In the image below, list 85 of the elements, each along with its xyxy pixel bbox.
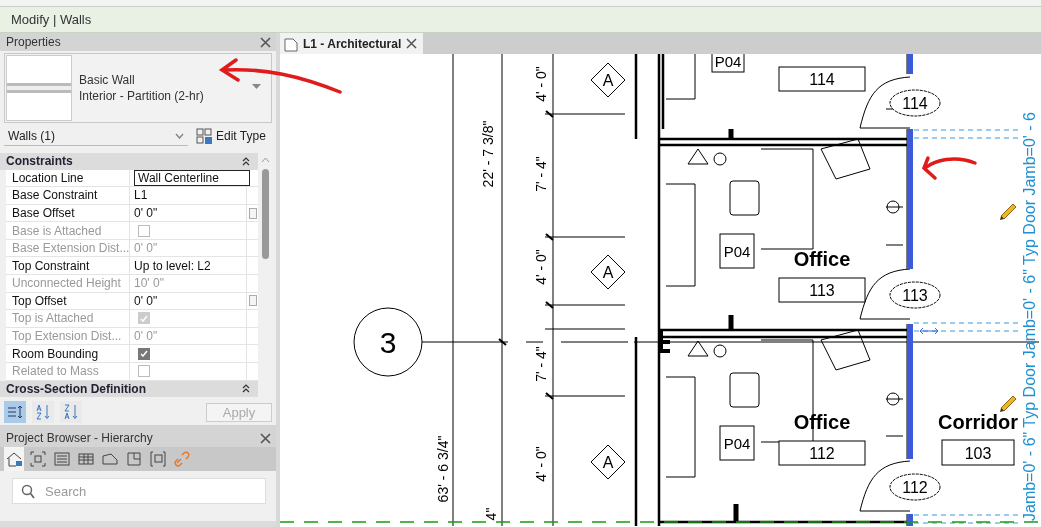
dimension-text: 4": [483, 507, 499, 521]
door-tag: 114: [889, 89, 941, 117]
link-icon[interactable]: [172, 449, 192, 469]
categorized-sort-icon[interactable]: [4, 401, 26, 423]
scrollbar-thumb[interactable]: [261, 169, 269, 259]
property-label: Base Extension Dist...: [6, 239, 130, 257]
flip-arrows-icon[interactable]: [919, 327, 939, 335]
type-family: Basic Wall: [79, 73, 136, 87]
property-value: 0' 0": [134, 329, 158, 344]
context-title: Modify | Walls: [11, 12, 92, 27]
door-note: Jamb=0' - 6" Typ Door Jamb=0' - 6" Typ Door Jamb=0' - 6: [1020, 112, 1038, 521]
search-field[interactable]: Search: [12, 478, 266, 504]
door-tag: 112: [889, 473, 941, 501]
close-button[interactable]: [259, 35, 272, 49]
room-name: Office: [793, 411, 851, 433]
value-button[interactable]: [249, 207, 257, 219]
dimension-text: 22' - 7 3/8": [480, 120, 496, 188]
schedule-icon[interactable]: [52, 449, 72, 469]
house-icon[interactable]: [4, 447, 24, 471]
section-mark: A: [590, 62, 626, 98]
scroll-up-icon[interactable]: [260, 157, 270, 163]
property-value[interactable]: L1: [134, 188, 148, 203]
property-label: Base is Attached: [6, 222, 130, 239]
close-button[interactable]: [259, 431, 272, 445]
property-label: Top Extension Dist...: [6, 327, 130, 345]
sort-ascending-icon[interactable]: [32, 401, 54, 423]
edit-type-button[interactable]: Edit Type: [196, 127, 266, 145]
property-label: Related to Mass: [6, 362, 130, 380]
view-icon: [284, 35, 298, 52]
type-selector[interactable]: Basic Wall Interior - Partition (2-hr): [4, 53, 272, 123]
property-label: Base Constraint: [6, 187, 130, 204]
room-number-tag: 103: [941, 439, 1015, 466]
room-number-tag: 113: [778, 277, 866, 303]
dimension-text: 4' - 0": [533, 249, 549, 285]
annotation-arrow: [922, 156, 977, 180]
property-label: Base Offset: [6, 204, 130, 222]
property-label: Location Line: [6, 169, 130, 187]
pencil-icon[interactable]: [1000, 203, 1017, 220]
close-tab-icon[interactable]: [406, 38, 418, 49]
dimension-text: 4' - 0": [533, 446, 549, 482]
group-title: Cross-Section Definition: [6, 381, 146, 396]
property-label: Top Constraint: [6, 257, 130, 275]
dimension-text: 7' - 4": [533, 346, 549, 382]
legend-icon[interactable]: [124, 449, 144, 469]
equipment-tag: P04: [719, 233, 755, 269]
section-mark: A: [590, 254, 626, 290]
dropdown-caret-icon: [252, 84, 261, 89]
property-label: Top is Attached: [6, 310, 130, 327]
caret-icon: [175, 132, 184, 139]
property-label: Top Offset: [6, 292, 130, 310]
room-number-tag: 114: [778, 66, 866, 92]
sort-descending-icon[interactable]: [60, 401, 82, 423]
checkbox[interactable]: [138, 347, 150, 360]
wall-swatch-icon: [6, 55, 72, 121]
dimension-text: 7' - 4": [533, 156, 549, 192]
grid-bubble: 3: [353, 307, 423, 377]
equipment-tag: P04: [711, 54, 745, 73]
search-icon: [21, 484, 35, 499]
room-name: Office: [793, 248, 851, 270]
type-properties-icon: [196, 127, 213, 145]
cube-view-icon[interactable]: [28, 449, 48, 469]
property-value: 10' 0": [134, 276, 164, 291]
dimension-text: 4' - 0": [533, 66, 549, 102]
equipment-tag: P04: [719, 425, 755, 461]
property-value[interactable]: 0' 0": [134, 293, 158, 308]
property-label: Unconnected Height: [6, 275, 130, 292]
group-header[interactable]: Constraints: [0, 153, 258, 170]
pencil-icon[interactable]: [1000, 395, 1017, 412]
property-value: 0' 0": [134, 241, 158, 256]
panel-title: Project Browser - Hierarchy: [6, 431, 153, 445]
group-icon[interactable]: [148, 449, 168, 469]
property-label: Room Bounding: [6, 345, 130, 362]
property-value[interactable]: Up to level: L2: [134, 258, 211, 273]
dimension-text: 63' - 6 3/4": [435, 435, 451, 503]
group-title: Constraints: [6, 154, 73, 169]
room-name: Corridor: [938, 411, 1018, 433]
view-tab[interactable]: L1 - Architectural: [280, 33, 424, 54]
type-name: Interior - Partition (2-hr): [79, 89, 204, 103]
value-button[interactable]: [249, 295, 257, 307]
section-mark: A: [590, 444, 626, 480]
property-value[interactable]: 0' 0": [134, 206, 158, 220]
panel-title: Properties: [6, 35, 61, 49]
room-number-tag: 112: [778, 440, 866, 466]
door-tag: 113: [889, 281, 941, 309]
apply-button: Apply: [206, 402, 272, 422]
